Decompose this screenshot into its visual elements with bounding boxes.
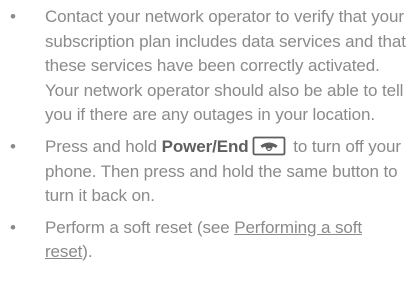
bullet-icon: •: [10, 217, 16, 237]
power-end-key-label: Power/End: [161, 136, 249, 156]
list-item-text-before: Perform a soft reset (see: [45, 217, 235, 237]
bullet-icon: •: [10, 136, 16, 156]
troubleshooting-steps: • Contact your network operator to verif…: [0, 0, 418, 307]
bullet-list: • Contact your network operator to verif…: [0, 0, 418, 265]
list-item-text-after: ).: [82, 242, 93, 262]
list-item-soft-reset: • Perform a soft reset (see Performing a…: [0, 216, 418, 265]
bullet-icon: •: [10, 7, 16, 26]
list-item-contact-operator: • Contact your network operator to verif…: [0, 5, 418, 128]
list-item-text: Contact your network operator to verify …: [45, 7, 406, 125]
list-item-restart-phone: • Press and hold Power/End to turn off y…: [0, 135, 418, 209]
list-item-text-before: Press and hold: [45, 136, 162, 156]
power-end-phone-icon: [252, 136, 286, 156]
